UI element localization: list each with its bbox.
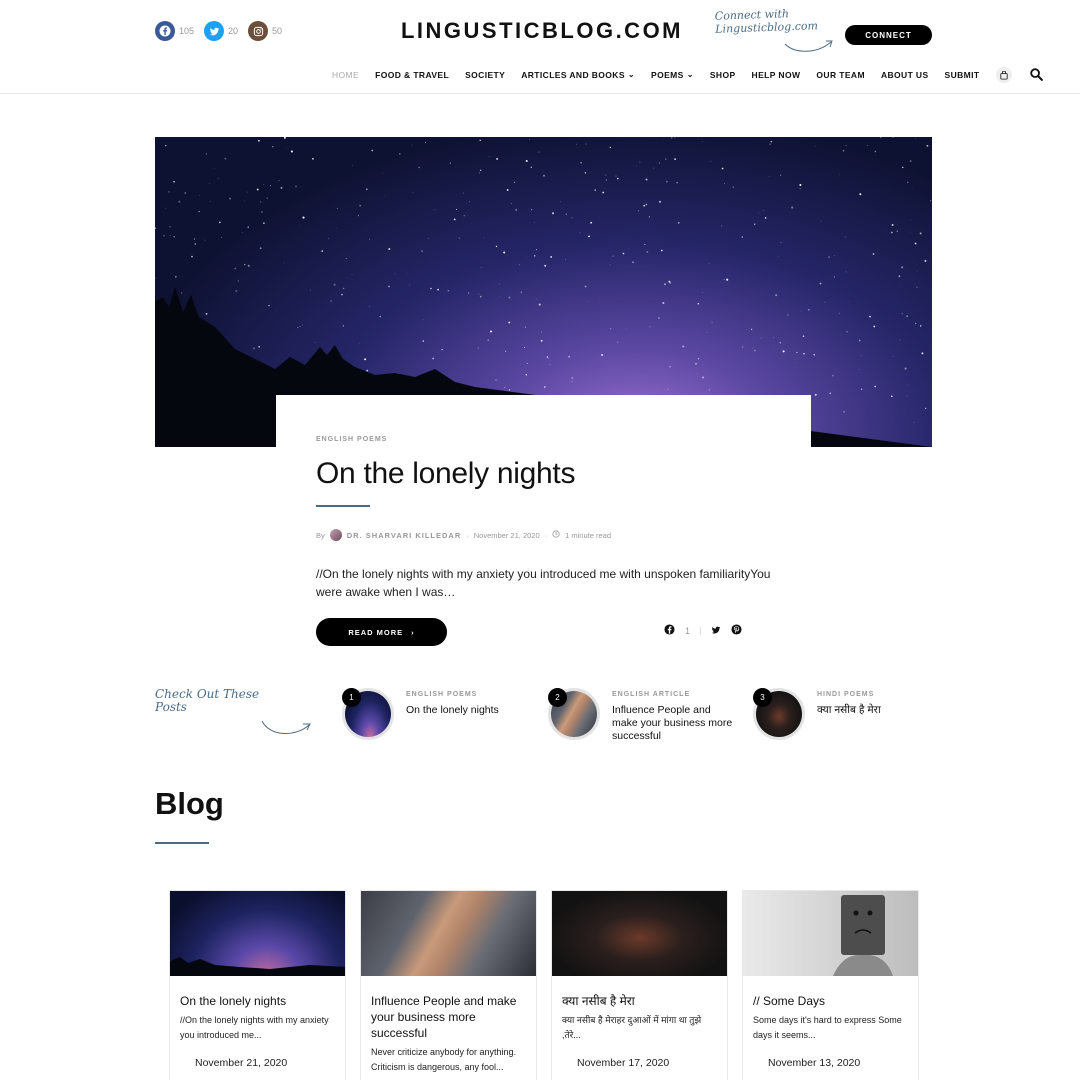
hero-meta: By DR. SHARVARI KILLEDAR · November 21, … — [316, 529, 771, 541]
main-nav: HOME FOOD & TRAVEL SOCIETY ARTICLES AND … — [332, 67, 1043, 83]
chevron-right-icon: › — [411, 627, 415, 637]
nav-society[interactable]: SOCIETY — [465, 70, 505, 80]
hero-title[interactable]: On the lonely nights — [316, 457, 771, 491]
blog-card-title[interactable]: Influence People and make your business … — [371, 993, 526, 1041]
read-more-button[interactable]: READ MORE › — [316, 618, 447, 646]
connect-button[interactable]: CONNECT — [845, 25, 932, 45]
nav-submit[interactable]: SUBMIT — [945, 70, 980, 80]
blog-card-excerpt: Some days it's hard to express Some days… — [753, 1015, 902, 1040]
blog-card[interactable]: क्या नसीब है मेरा क्या नसीब है मेराहर दु… — [551, 890, 728, 1080]
blog-card[interactable]: // Some Days Some days it's hard to expr… — [742, 890, 919, 1080]
read-time: 1 minute read — [565, 530, 611, 540]
blog-card-date: November 21, 2020 — [195, 1057, 288, 1069]
share-separator — [700, 626, 702, 635]
blog-card-title[interactable]: क्या नसीब है मेरा — [562, 993, 717, 1009]
nav-home[interactable]: HOME — [332, 70, 359, 80]
meta-separator: · — [544, 530, 548, 540]
meta-separator: · — [466, 530, 469, 540]
chevron-down-icon: ⌄ — [627, 69, 636, 79]
nav-poems-label: POEMS — [651, 70, 684, 80]
author-avatar — [329, 529, 342, 541]
read-more-label: READ MORE — [348, 627, 404, 637]
featured-title[interactable]: On the lonely nights — [406, 704, 531, 717]
curved-arrow-icon — [261, 720, 311, 734]
cart-icon[interactable] — [995, 67, 1012, 83]
search-icon[interactable] — [1029, 67, 1043, 83]
nav-articles-books[interactable]: ARTICLES AND BOOKS ⌄ — [521, 69, 636, 81]
chevron-down-icon: ⌄ — [686, 69, 694, 79]
blog-card-excerpt: क्या नसीब है मेराहर दुआओं में मांगा था त… — [562, 1015, 702, 1040]
blog-card-title[interactable]: On the lonely nights — [180, 993, 335, 1009]
hero-category[interactable]: ENGLISH POEMS — [316, 436, 771, 443]
blog-card-image[interactable] — [361, 891, 536, 976]
connect-note: Connect with Lingusticblog.com — [714, 7, 819, 36]
blog-card-image[interactable] — [170, 891, 345, 976]
blog-heading: Blog — [155, 786, 224, 821]
by-label: By — [316, 530, 325, 540]
share-bar: 1 — [664, 624, 742, 637]
featured-category[interactable]: ENGLISH POEMS — [406, 691, 531, 698]
blog-card-excerpt: Never criticize anybody for anything. Cr… — [371, 1047, 517, 1072]
featured-title[interactable]: Influence People and make your business … — [612, 704, 737, 743]
nav-poems[interactable]: POEMS ⌄ — [651, 69, 694, 81]
blog-card-date: November 17, 2020 — [577, 1057, 670, 1069]
featured-category[interactable]: ENGLISH ARTICLE — [612, 691, 737, 698]
curved-arrow-icon — [784, 40, 833, 52]
blog-card-image[interactable] — [743, 891, 918, 976]
blog-card[interactable]: On the lonely nights //On the lonely nig… — [169, 890, 346, 1080]
facebook-share-icon[interactable] — [664, 624, 675, 637]
nav-food-travel[interactable]: FOOD & TRAVEL — [375, 70, 449, 80]
featured-number: 1 — [342, 688, 361, 707]
post-date: November 21, 2020 — [473, 530, 540, 540]
nav-our-team[interactable]: OUR TEAM — [816, 70, 865, 80]
author-name[interactable]: DR. SHARVARI KILLEDAR — [347, 531, 461, 540]
featured-number: 2 — [548, 688, 567, 707]
nav-shop[interactable]: SHOP — [710, 70, 736, 80]
featured-title[interactable]: क्या नसीब है मेरा — [817, 704, 942, 717]
blog-card-image[interactable] — [552, 891, 727, 976]
header-divider — [0, 93, 1080, 94]
clock-icon — [552, 530, 560, 540]
hero-card: ENGLISH POEMS On the lonely nights By DR… — [276, 395, 811, 665]
nav-articles-books-label: ARTICLES AND BOOKS — [521, 70, 625, 80]
blog-card-title[interactable]: // Some Days — [753, 993, 908, 1009]
pinterest-share-icon[interactable] — [731, 624, 742, 637]
twitter-share-icon[interactable] — [711, 625, 721, 637]
blog-card-date: November 13, 2020 — [768, 1057, 861, 1069]
hero-excerpt: //On the lonely nights with my anxiety y… — [316, 567, 771, 599]
nav-about-us[interactable]: ABOUT US — [881, 70, 929, 80]
nav-help-now[interactable]: HELP NOW — [752, 70, 801, 80]
featured-number: 3 — [753, 688, 772, 707]
blog-card[interactable]: Influence People and make your business … — [360, 890, 537, 1080]
check-out-note: Check Out These Posts — [155, 687, 260, 714]
featured-category[interactable]: HINDI POEMS — [817, 691, 942, 698]
facebook-share-count: 1 — [685, 625, 691, 636]
title-underline — [316, 505, 370, 507]
blog-card-excerpt: //On the lonely nights with my anxiety y… — [180, 1015, 329, 1040]
blog-underline — [155, 842, 209, 844]
